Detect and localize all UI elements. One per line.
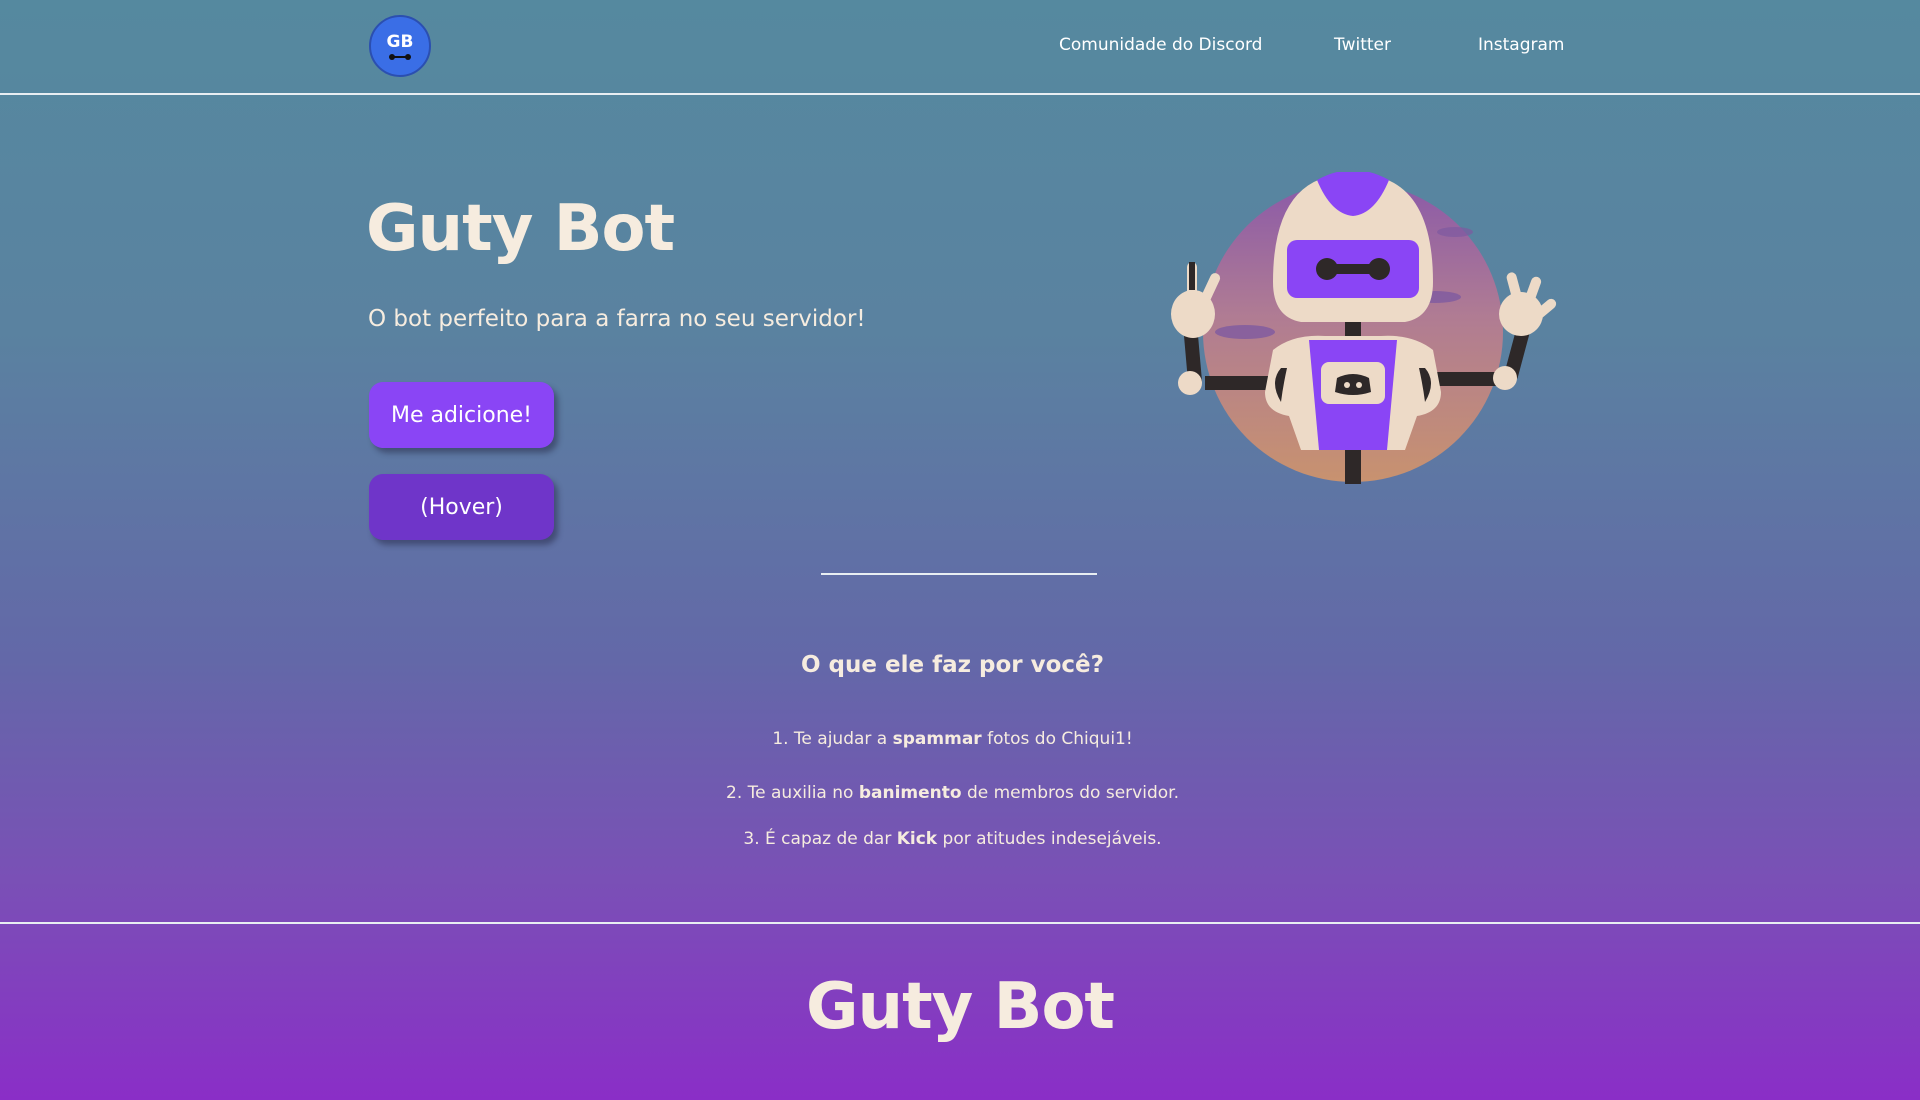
feature-item-1: 1. Te ajudar a spammar fotos do Chiqui1!	[772, 729, 1133, 749]
features-title: O que ele faz por você?	[801, 652, 1104, 678]
logo-text: GB	[386, 32, 414, 52]
footer-divider	[0, 922, 1920, 924]
hero-subtitle: O bot perfeito para a farra no seu servi…	[368, 306, 866, 332]
section-divider	[821, 573, 1097, 575]
nav-link-discord[interactable]: Comunidade do Discord	[1059, 35, 1262, 55]
feature-item-2: 2. Te auxilia no banimento de membros do…	[726, 783, 1179, 803]
nav-link-twitter[interactable]: Twitter	[1334, 35, 1391, 55]
nav-link-instagram[interactable]: Instagram	[1478, 35, 1565, 55]
feature-item-3: 3. É capaz de dar Kick por atitudes inde…	[743, 829, 1162, 849]
hero-title: Guty Bot	[366, 192, 675, 266]
site-header: GB Comunidade do Discord Twitter Instagr…	[0, 0, 1920, 95]
robot-illustration	[1171, 172, 1557, 484]
add-bot-button[interactable]: Me adicione!	[369, 382, 554, 448]
bone-icon	[389, 54, 411, 60]
gb-logo-icon[interactable]: GB	[369, 15, 431, 77]
hover-state-button[interactable]: (Hover)	[369, 474, 554, 540]
footer-title: Guty Bot	[805, 970, 1115, 1044]
